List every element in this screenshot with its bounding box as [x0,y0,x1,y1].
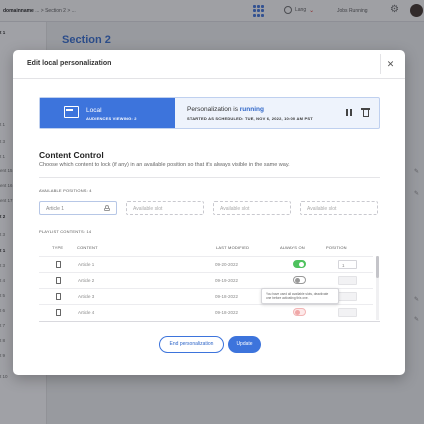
personalization-banner: Local AUDIENCES VIEWING: 2 Personalizati… [39,97,380,129]
table-row[interactable]: Article 1 09-20-2022 1 [39,256,373,272]
slot-label: Available slot [220,206,250,212]
position-input[interactable]: 1 [338,260,357,269]
close-icon: ✕ [386,58,395,69]
slot-3[interactable]: Available slot [213,201,291,215]
slot-label: Available slot [307,206,337,212]
scrollbar-thumb[interactable] [376,256,379,278]
banner-name: Local [86,107,102,114]
content-cell: Article 3 [78,294,95,299]
audiences-count: AUDIENCES VIEWING: 2 [86,116,137,121]
content-control-description: Choose which content to lock (if any) in… [39,162,290,168]
update-button[interactable]: Update [228,336,261,353]
always-on-toggle[interactable] [293,276,306,284]
content-cell: Article 1 [78,262,95,267]
workspace-icon [64,106,79,118]
slot-label: Article 1 [46,206,65,212]
end-personalization-button[interactable]: End personalization [159,336,224,353]
column-header: POSITION [326,245,347,250]
document-icon [56,261,61,268]
content-control-title: Content Control [39,150,104,160]
table-row[interactable]: Article 2 09-19-2022 [39,272,373,288]
column-header: CONTENT [77,245,98,250]
modified-cell: 09-18-2022 [215,294,239,299]
slot-label: Available slot [133,206,163,212]
document-icon [56,277,61,284]
status-prefix: Personalization is [187,106,240,113]
edit-personalization-modal: Edit local personalization ✕ Local AUDIE… [13,50,405,375]
modified-cell: 09-20-2022 [215,262,239,267]
column-header: LAST MODIFIED [216,245,250,250]
always-on-toggle[interactable] [293,308,306,316]
position-input[interactable] [338,292,357,301]
banner-local-panel: Local AUDIENCES VIEWING: 2 [40,98,175,128]
divider [39,177,380,178]
column-header: TYPE [52,245,64,250]
table-scrollbar[interactable] [376,256,379,320]
table-header: TYPE CONTENT LAST MODIFIED ALWAYS ON POS… [39,239,380,256]
slot-2[interactable]: Available slot [126,201,204,215]
table-row[interactable]: Article 4 09-18-2022 [39,304,373,320]
personalization-status: Personalization is running [187,106,264,113]
playlist-table: TYPE CONTENT LAST MODIFIED ALWAYS ON POS… [39,239,380,322]
slot-1[interactable]: Article 1 [39,201,117,215]
modified-cell: 09-18-2022 [215,310,239,315]
modified-cell: 09-19-2022 [215,278,239,283]
content-cell: Article 4 [78,310,95,315]
position-input[interactable] [338,308,357,317]
content-cell: Article 2 [78,278,95,283]
started-timestamp: STARTED AS SCHEDULED: TUE, NOV 6, 2022, … [187,116,313,121]
pause-icon[interactable] [345,108,353,117]
modal-title: Edit local personalization [27,60,112,67]
close-button[interactable]: ✕ [380,54,400,74]
document-icon [56,309,61,316]
document-icon [56,293,61,300]
lock-icon[interactable] [104,205,110,211]
column-header: ALWAYS ON [280,245,305,250]
status-value: running [239,106,264,113]
playlist-contents-label: PLAYLIST CONTENTS: 14 [39,229,92,234]
position-input[interactable] [338,276,357,285]
slot-4[interactable]: Available slot [300,201,378,215]
always-on-toggle[interactable] [293,260,306,268]
modal-header: Edit local personalization ✕ [13,50,405,79]
available-positions-label: AVAILABLE POSITIONS: 4 [39,188,92,193]
slots-full-tooltip: You have used all available slots, deact… [261,288,339,304]
trash-icon[interactable] [361,107,370,118]
